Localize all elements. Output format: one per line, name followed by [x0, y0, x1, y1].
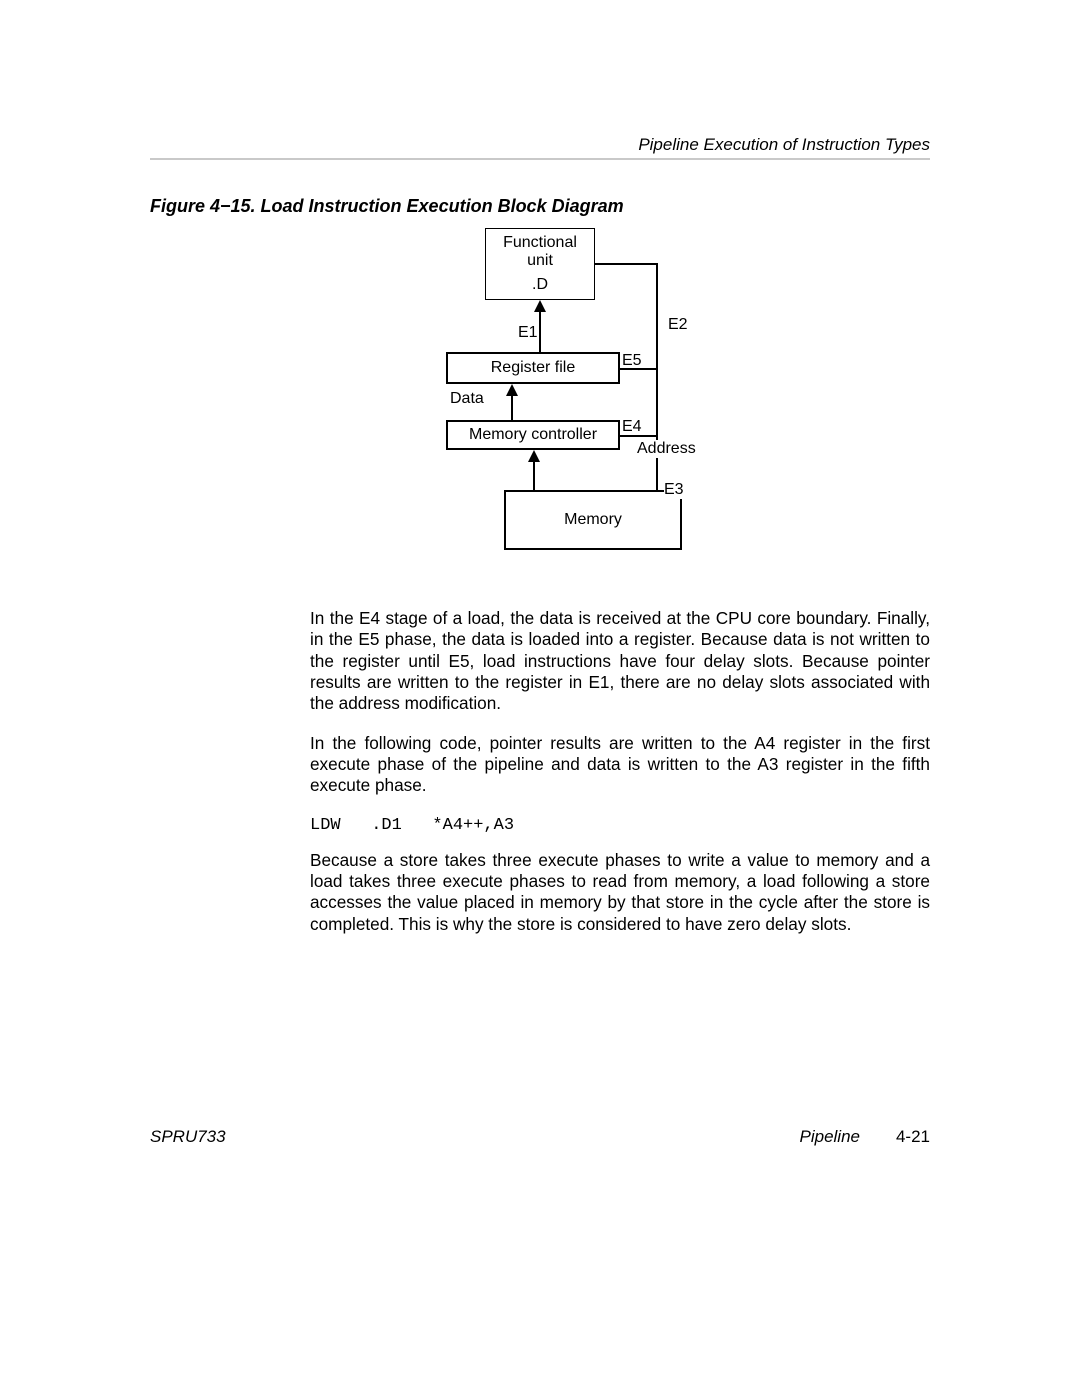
label-e4: E4 — [622, 418, 642, 436]
functional-unit-line1: Functional — [503, 234, 577, 252]
page: Pipeline Execution of Instruction Types … — [0, 0, 1080, 1397]
connector-e1 — [539, 310, 541, 352]
functional-unit-line2: unit — [527, 252, 553, 270]
memory-controller-label: Memory controller — [469, 426, 597, 444]
box-functional-unit: Functional unit .D — [485, 228, 595, 300]
connector-e4-h — [620, 435, 658, 437]
connector-e2-h — [595, 263, 657, 265]
box-memory: Memory — [504, 490, 682, 550]
label-e2: E2 — [668, 316, 688, 334]
figure-caption: Figure 4−15. Load Instruction Execution … — [150, 196, 624, 217]
paragraph-1: In the E4 stage of a load, the data is r… — [310, 608, 930, 715]
paragraph-2: In the following code, pointer results a… — [310, 733, 930, 797]
connector-e4 — [533, 460, 535, 490]
box-memory-controller: Memory controller — [446, 420, 620, 450]
block-diagram: Functional unit .D Register file Memory … — [150, 228, 930, 558]
running-header: Pipeline Execution of Instruction Types — [638, 135, 930, 155]
label-e3: E3 — [664, 481, 684, 499]
box-register-file: Register file — [446, 352, 620, 384]
connector-e5-h — [620, 368, 658, 370]
connector-e2-v — [656, 263, 658, 436]
code-sample: LDW .D1 *A4++,A3 — [310, 815, 930, 836]
connector-e5 — [511, 394, 513, 420]
footer-page-number: 4-21 — [896, 1127, 930, 1147]
label-address: Address — [637, 440, 696, 458]
functional-unit-line3: .D — [532, 276, 548, 294]
paragraph-3: Because a store takes three execute phas… — [310, 850, 930, 935]
footer-section: Pipeline — [800, 1127, 861, 1147]
label-e1: E1 — [518, 324, 538, 342]
label-data: Data — [450, 390, 484, 408]
body-text: In the E4 stage of a load, the data is r… — [310, 608, 930, 953]
register-file-label: Register file — [491, 359, 575, 377]
footer-doc-id: SPRU733 — [150, 1127, 226, 1147]
memory-label: Memory — [564, 511, 622, 529]
header-rule — [150, 158, 930, 160]
